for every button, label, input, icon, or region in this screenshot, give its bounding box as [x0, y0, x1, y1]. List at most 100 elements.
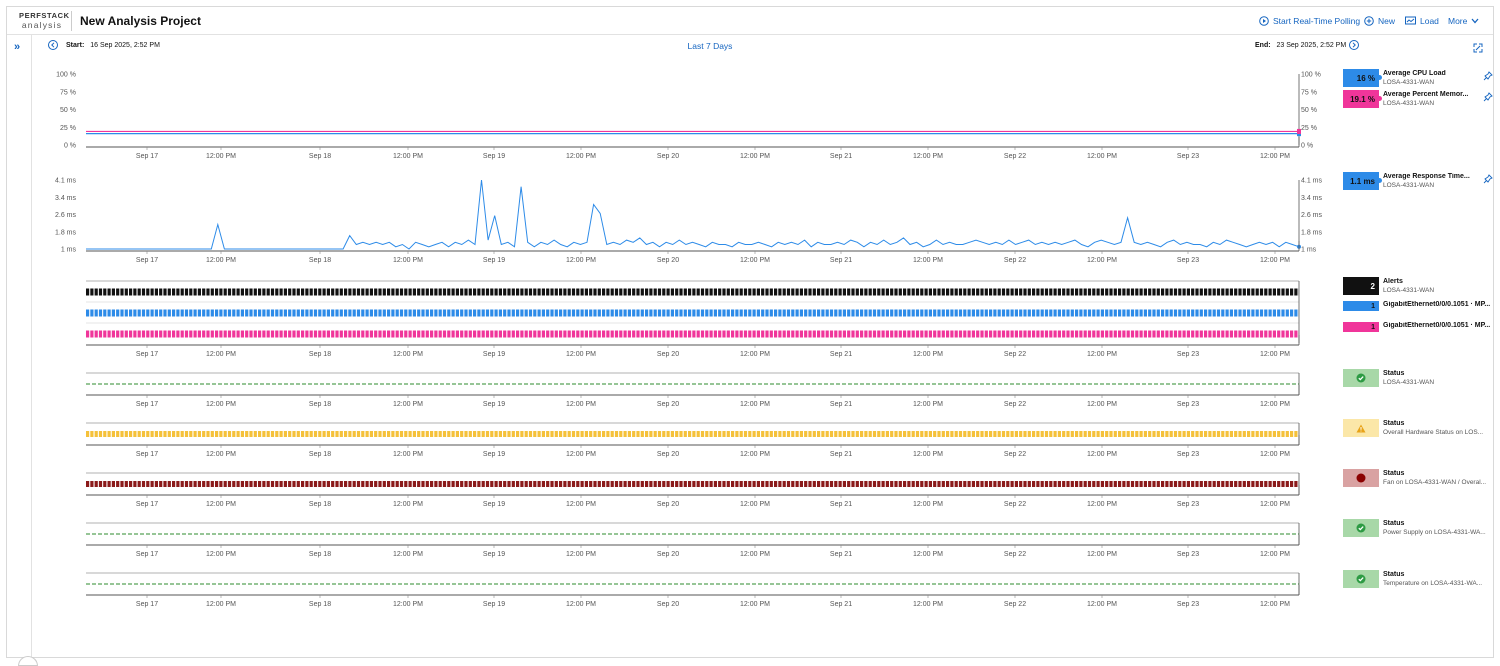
legend-status-hardware[interactable]: Status Overall Hardware Status on LOS...	[1343, 419, 1493, 439]
x-tick-label: Sep 19	[483, 401, 505, 408]
next-range-button[interactable]	[1349, 40, 1359, 50]
x-tick-label: 12:00 PM	[740, 401, 770, 408]
charts-area: 100 % 100 % 75 % 75 % 50 % 50 % 25 % 25 % 0 % 0 %…	[55, 72, 1323, 609]
y-tick-label-left: 0 %	[64, 143, 76, 150]
expand-panel-icon[interactable]: »	[14, 41, 20, 53]
more-menu-button[interactable]: More	[1448, 16, 1479, 26]
x-tick-label: 12:00 PM	[913, 153, 943, 160]
x-tick-label: 12:00 PM	[1087, 451, 1117, 458]
x-tick-label: 12:00 PM	[740, 257, 770, 264]
x-tick-label: Sep 17	[136, 501, 158, 508]
time-range-bar: Start: 16 Sep 2025, 2:52 PM Last 7 Days …	[33, 35, 1493, 58]
legend-interface-2[interactable]: 1 GigabitEthernet0/0/0.1051 · MP...	[1343, 322, 1493, 334]
y-tick-label-left: 25 %	[60, 125, 76, 132]
response-time-line	[86, 179, 1300, 250]
x-tick-label: 12:00 PM	[913, 451, 943, 458]
alerts-count: 2	[1343, 277, 1379, 295]
legend-status-power-supply[interactable]: Status Power Supply on LOSA-4331-WA...	[1343, 519, 1493, 539]
pin-icon[interactable]	[1483, 71, 1493, 81]
x-tick-label: Sep 19	[483, 601, 505, 608]
status-entity: Power Supply on LOSA-4331-WA...	[1383, 529, 1486, 536]
x-tick-label: 12:00 PM	[566, 153, 596, 160]
x-tick-label: Sep 20	[657, 601, 679, 608]
pin-icon[interactable]	[1483, 174, 1493, 184]
x-tick-label: Sep 19	[483, 501, 505, 508]
x-tick-label: 12:00 PM	[206, 551, 236, 558]
y-tick-label-left: 1 ms	[61, 247, 77, 254]
x-tick-label: 12:00 PM	[1087, 501, 1117, 508]
x-tick-label: Sep 18	[309, 153, 331, 160]
status-name: Status	[1383, 420, 1405, 427]
x-tick-label: Sep 20	[657, 401, 679, 408]
fullscreen-icon[interactable]	[1473, 40, 1483, 58]
series-dot	[1377, 178, 1382, 183]
x-tick-label: Sep 21	[830, 551, 852, 558]
time-range-selector[interactable]: Last 7 Days	[33, 41, 1387, 51]
load-button[interactable]: Load	[1405, 16, 1439, 26]
y-tick-label-left: 1.8 ms	[55, 229, 77, 236]
end-time: End: 23 Sep 2025, 2:52 PM	[1255, 42, 1346, 49]
start-realtime-polling-label: Start Real-Time Polling	[1273, 16, 1361, 26]
cpu-load-name: Average CPU Load	[1383, 70, 1446, 77]
x-tick-label: 12:00 PM	[913, 601, 943, 608]
x-tick-label: 12:00 PM	[566, 551, 596, 558]
legend-cpu-load[interactable]: 16 % Average CPU Load LOSA-4331-WAN	[1343, 69, 1493, 89]
y-tick-label-left: 100 %	[56, 72, 76, 79]
x-tick-label: Sep 18	[309, 451, 331, 458]
x-tick-label: Sep 20	[657, 501, 679, 508]
x-tick-label: 12:00 PM	[1087, 257, 1117, 264]
status-name: Status	[1383, 520, 1405, 527]
legend-status-fan[interactable]: Status Fan on LOSA-4331-WAN / Overal...	[1343, 469, 1493, 489]
x-tick-label: Sep 17	[136, 401, 158, 408]
x-tick-label: Sep 18	[309, 257, 331, 264]
play-circle-icon	[1259, 16, 1269, 26]
x-tick-label: Sep 20	[657, 451, 679, 458]
x-tick-label: 12:00 PM	[913, 551, 943, 558]
new-button[interactable]: New	[1364, 16, 1395, 26]
x-tick-label: Sep 22	[1004, 351, 1026, 358]
x-tick-label: 12:00 PM	[393, 351, 423, 358]
x-tick-label: 12:00 PM	[566, 501, 596, 508]
legend-alerts[interactable]: 2 Alerts LOSA-4331-WAN	[1343, 277, 1493, 297]
x-tick-label: 12:00 PM	[740, 153, 770, 160]
x-tick-label: Sep 21	[830, 501, 852, 508]
x-tick-label: Sep 23	[1177, 451, 1199, 458]
y-tick-label-right: 1 ms	[1301, 247, 1317, 254]
legend-status-temperature[interactable]: Status Temperature on LOSA-4331-WA...	[1343, 570, 1493, 590]
end-value[interactable]: 23 Sep 2025, 2:52 PM	[1277, 42, 1347, 49]
legend-status-node[interactable]: Status LOSA-4331-WAN	[1343, 369, 1493, 389]
start-realtime-polling-button[interactable]: Start Real-Time Polling	[1259, 16, 1360, 26]
divider	[71, 11, 72, 31]
x-tick-label: Sep 18	[309, 351, 331, 358]
status-warning-swatch	[1343, 419, 1379, 437]
x-tick-label: Sep 20	[657, 257, 679, 264]
x-tick-label: 12:00 PM	[206, 501, 236, 508]
x-tick-label: Sep 23	[1177, 601, 1199, 608]
x-tick-label: 12:00 PM	[1260, 153, 1290, 160]
legend-response-time[interactable]: 1.1 ms Average Response Time... LOSA-433…	[1343, 172, 1493, 192]
series-dot	[1377, 96, 1382, 101]
y-tick-label-right: 1.8 ms	[1301, 229, 1323, 236]
x-tick-label: 12:00 PM	[1260, 501, 1290, 508]
x-tick-label: 12:00 PM	[1260, 601, 1290, 608]
pin-icon[interactable]	[1483, 92, 1493, 102]
y-tick-label-right: 75 %	[1301, 89, 1317, 96]
x-tick-label: 12:00 PM	[566, 451, 596, 458]
status-up-swatch	[1343, 570, 1379, 588]
memory-node: LOSA-4331-WAN	[1383, 100, 1435, 107]
x-tick-label: Sep 23	[1177, 351, 1199, 358]
x-tick-label: Sep 23	[1177, 153, 1199, 160]
x-tick-label: Sep 19	[483, 153, 505, 160]
x-tick-label: 12:00 PM	[393, 451, 423, 458]
x-tick-label: 12:00 PM	[566, 351, 596, 358]
x-tick-label: Sep 17	[136, 257, 158, 264]
x-tick-label: Sep 23	[1177, 401, 1199, 408]
load-icon	[1405, 16, 1416, 25]
legend-interface-1[interactable]: 1 GigabitEthernet0/0/0.1051 · MP...	[1343, 301, 1493, 313]
legend-memory[interactable]: 19.1 % Average Percent Memor... LOSA-433…	[1343, 90, 1493, 110]
x-tick-label: Sep 20	[657, 153, 679, 160]
x-tick-label: 12:00 PM	[1087, 351, 1117, 358]
x-tick-label: 12:00 PM	[566, 401, 596, 408]
y-tick-label-left: 3.4 ms	[55, 195, 77, 202]
x-tick-label: Sep 21	[830, 257, 852, 264]
